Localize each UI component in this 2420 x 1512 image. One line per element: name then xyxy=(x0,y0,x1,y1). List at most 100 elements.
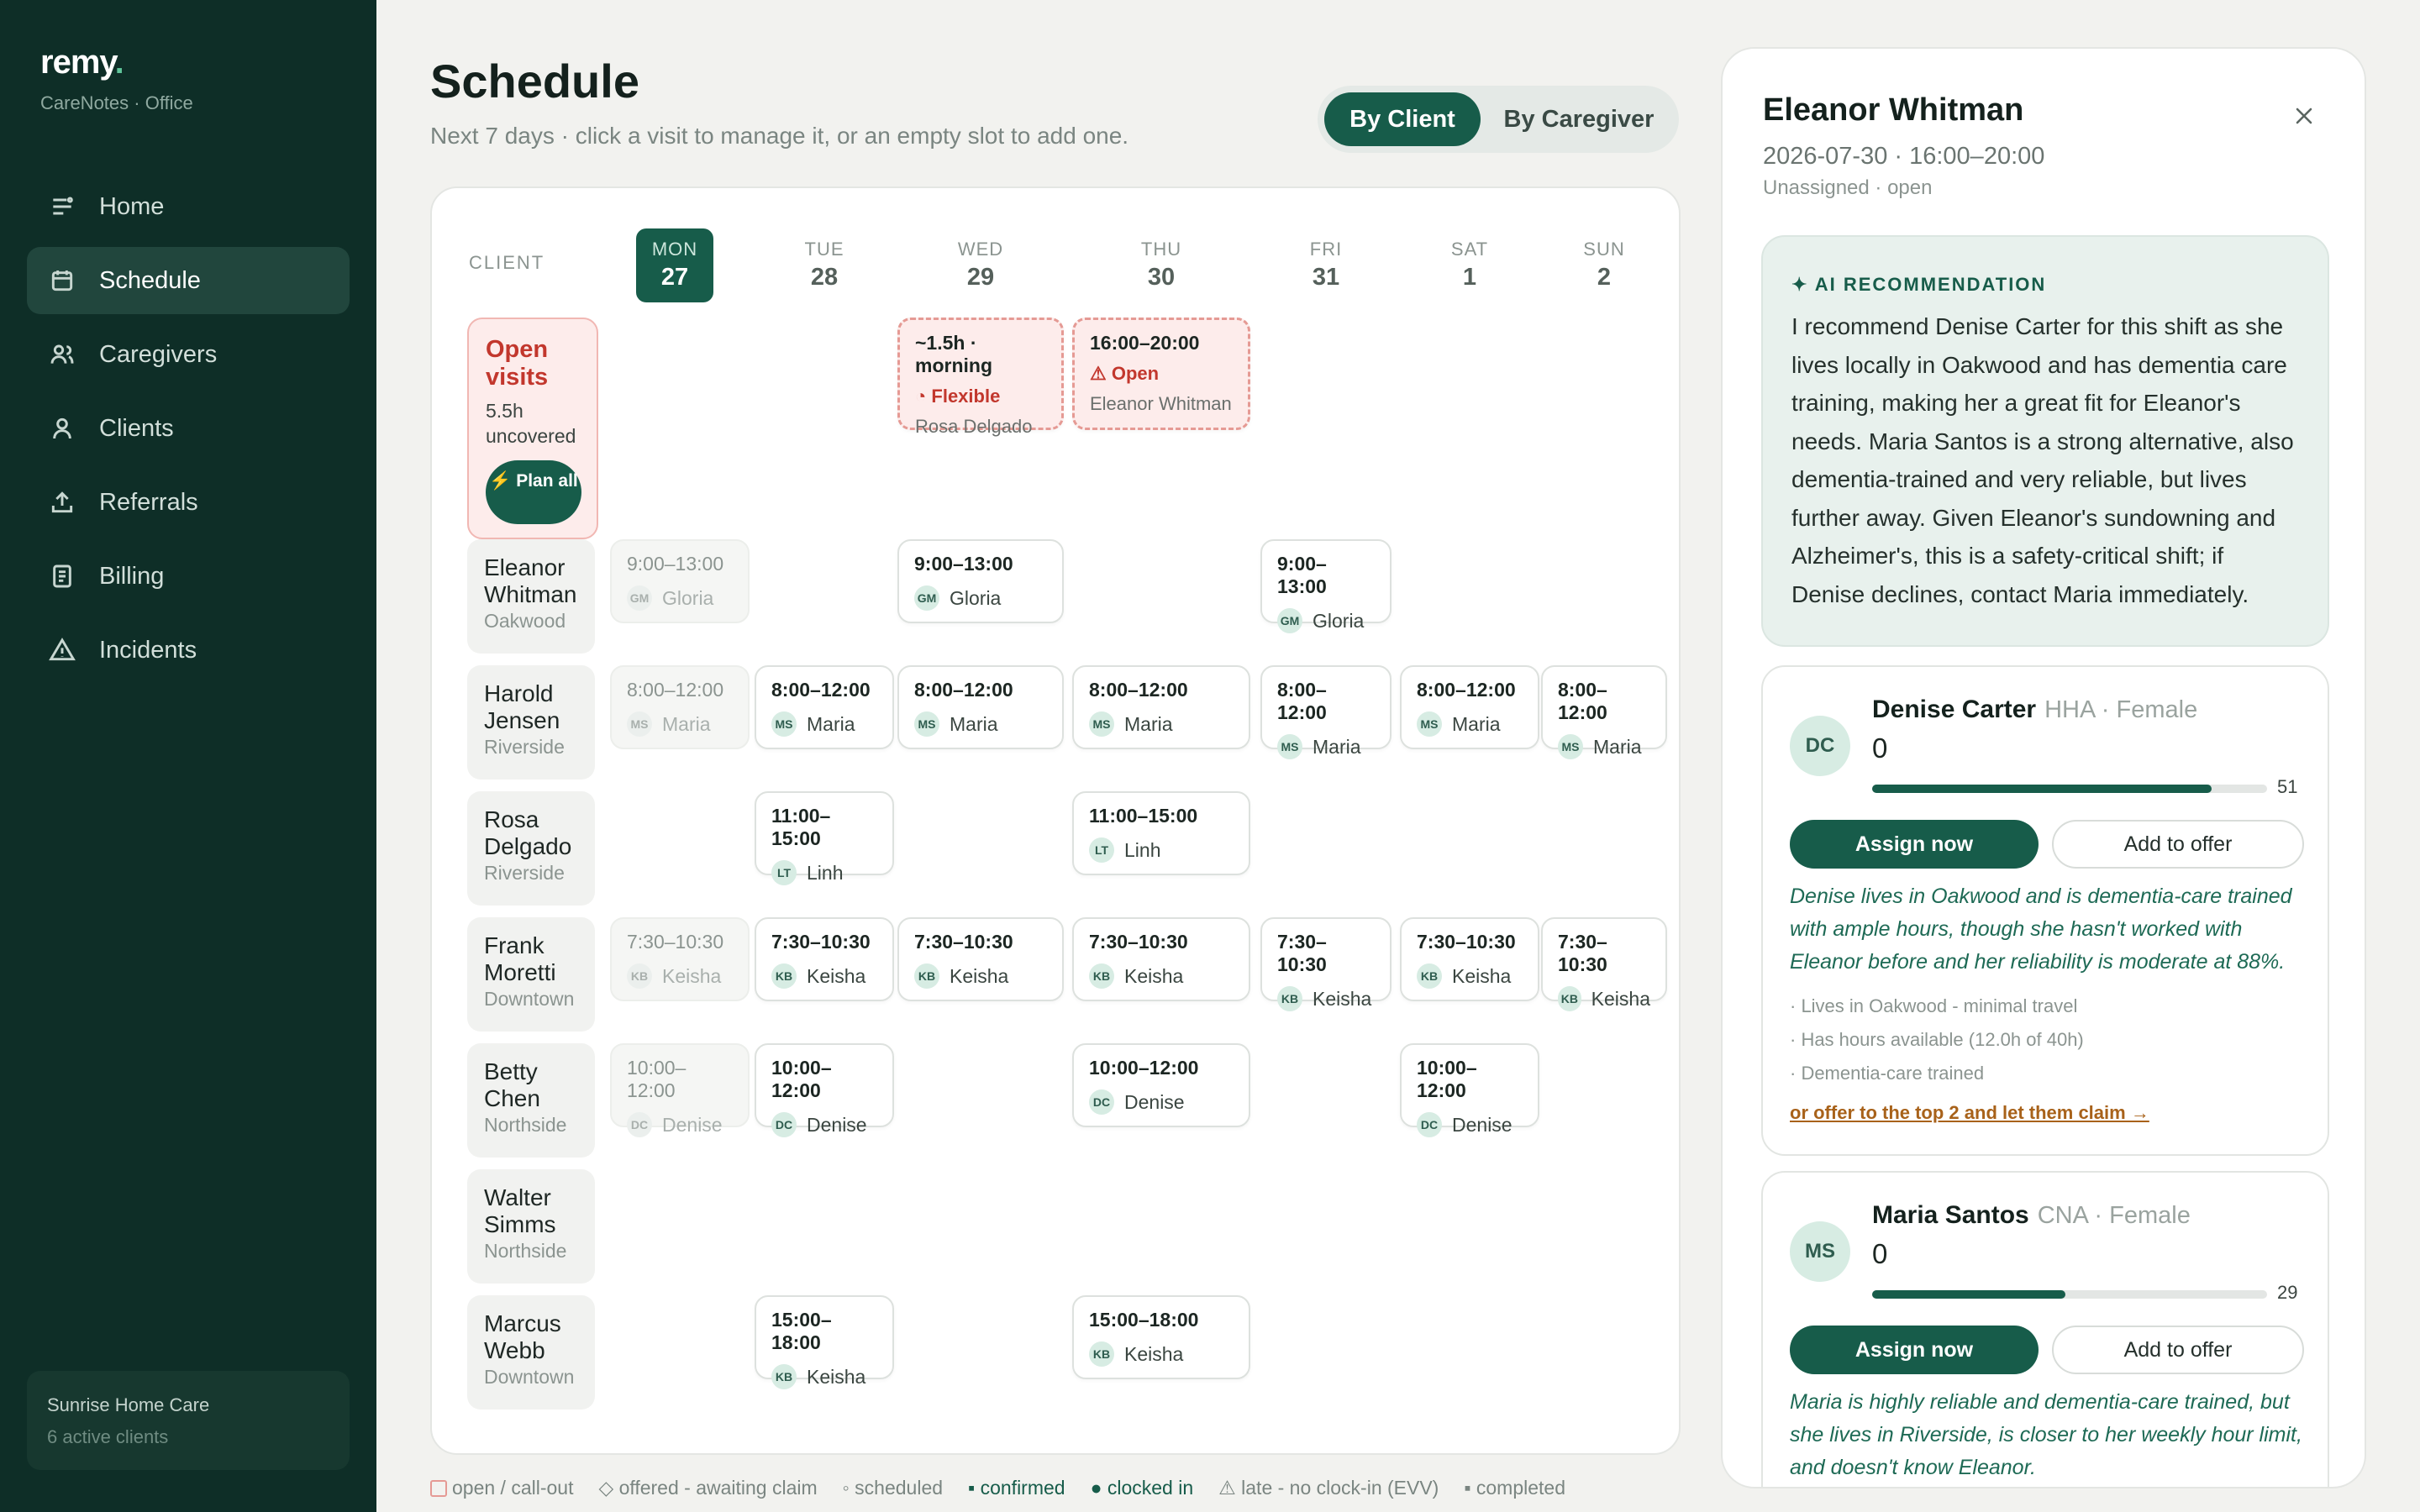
visit-card[interactable]: 7:30–10:30 KB Keisha xyxy=(1072,917,1250,1001)
open-visits-label: uncovered xyxy=(486,425,576,447)
visit-card[interactable]: 8:00–12:00 MS Maria xyxy=(1072,665,1250,749)
close-icon[interactable] xyxy=(2287,99,2321,133)
visit-card[interactable]: 15:00–18:00 KB Keisha xyxy=(1072,1295,1250,1379)
app-logo[interactable]: remy. xyxy=(40,44,124,81)
sidebar: remy. CareNotes · Office Home Schedule C… xyxy=(0,0,376,1512)
sidebar-item-label: Billing xyxy=(99,562,165,590)
sidebar-nav: Home Schedule Caregivers Clients Referra… xyxy=(27,173,350,690)
match-bar-fill xyxy=(1872,785,2212,793)
sidebar-item-clients[interactable]: Clients xyxy=(27,395,350,462)
caregiver-name: Maria xyxy=(950,712,998,735)
avatar: KB xyxy=(771,963,797,989)
client-row-label[interactable]: Rosa Delgado Riverside xyxy=(467,791,595,906)
assign-now-button[interactable]: Assign now xyxy=(1790,1326,2039,1374)
client-row-label[interactable]: Walter Simms Northside xyxy=(467,1169,595,1284)
visit-caregiver: DC Denise xyxy=(771,1112,877,1137)
sidebar-item-schedule[interactable]: Schedule xyxy=(27,247,350,314)
candidate-fact: · Lives in Oakwood - minimal travel xyxy=(1790,995,2078,1016)
ai-recommendation-text: I recommend Denise Carter for this shift… xyxy=(1791,313,2294,607)
client-name: Walter Simms xyxy=(484,1184,556,1237)
visit-time: 9:00–13:00 xyxy=(1277,553,1327,597)
by-caregiver-button[interactable]: By Caregiver xyxy=(1486,92,1672,146)
open-visit-status: ⚠ Open xyxy=(1090,363,1160,384)
candidate-role: CNA · Female xyxy=(2037,1202,2191,1229)
visit-card[interactable]: 7:30–10:30 KB Keisha xyxy=(755,917,894,1001)
client-location: Riverside xyxy=(484,862,565,884)
visit-card[interactable]: 9:00–13:00 GM Gloria xyxy=(1260,539,1392,633)
users-icon xyxy=(50,344,74,364)
visit-card[interactable]: 7:30–10:30 KB Keisha xyxy=(1541,917,1667,1011)
avatar: MS xyxy=(914,711,939,737)
client-row-label[interactable]: Betty Chen Northside xyxy=(467,1043,595,1158)
day-name: SAT xyxy=(1450,239,1489,260)
candidate-fact: · Has hours available (12.0h of 40h) xyxy=(1790,1029,2084,1050)
visit-card[interactable]: 8:00–12:00 MS Maria xyxy=(610,665,750,749)
sidebar-item-billing[interactable]: Billing xyxy=(27,543,350,610)
caregiver-name: Keisha xyxy=(1313,987,1372,1010)
visit-caregiver: KB Keisha xyxy=(1089,1341,1234,1367)
visit-card[interactable]: 7:30–10:30 KB Keisha xyxy=(610,917,750,1001)
visit-card[interactable]: 11:00–15:00 LT Linh xyxy=(755,791,894,885)
assign-now-button[interactable]: Assign now xyxy=(1790,820,2039,869)
client-row-label[interactable]: Eleanor Whitman Oakwood xyxy=(467,539,595,654)
visit-card[interactable]: 7:30–10:30 KB Keisha xyxy=(1400,917,1539,1001)
day-header-tue: TUE 28 xyxy=(755,239,894,291)
visit-time: 7:30–10:30 xyxy=(914,931,1013,953)
visit-card[interactable]: 10:00–12:00 DC Denise xyxy=(1072,1043,1250,1127)
visit-caregiver: LT Linh xyxy=(1089,837,1234,863)
visit-card[interactable]: 8:00–12:00 MS Maria xyxy=(897,665,1064,749)
day-name: SUN xyxy=(1583,239,1625,260)
visit-card[interactable]: 8:00–12:00 MS Maria xyxy=(1400,665,1539,749)
caregiver-name: Maria xyxy=(1124,712,1173,735)
match-bar-value: 51 xyxy=(2277,776,2298,797)
sidebar-item-caregivers[interactable]: Caregivers xyxy=(27,321,350,388)
visit-card[interactable]: 7:30–10:30 KB Keisha xyxy=(897,917,1064,1001)
visit-card[interactable]: 10:00–12:00 DC Denise xyxy=(610,1043,750,1137)
offer-top-two-link[interactable]: or offer to the top 2 and let them claim… xyxy=(1790,1102,2149,1124)
visit-caregiver: KB Keisha xyxy=(1089,963,1234,989)
avatar: MS xyxy=(1790,1221,1850,1282)
visit-card[interactable]: 8:00–12:00 MS Maria xyxy=(755,665,894,749)
visit-time: 7:30–10:30 xyxy=(1417,931,1516,953)
day-number: 30 xyxy=(1147,264,1176,291)
avatar: LT xyxy=(1089,837,1114,863)
visit-caregiver: MS Maria xyxy=(627,711,733,737)
add-to-offer-button[interactable]: Add to offer xyxy=(2052,1326,2304,1374)
org-switcher[interactable]: Sunrise Home Care 6 active clients xyxy=(27,1371,350,1470)
visit-card[interactable]: 9:00–13:00 GM Gloria xyxy=(610,539,750,623)
visit-caregiver: LT Linh xyxy=(771,860,877,885)
visit-card[interactable]: 8:00–12:00 MS Maria xyxy=(1541,665,1667,759)
caregiver-name: Denise xyxy=(1124,1090,1185,1113)
visit-card[interactable]: 7:30–10:30 KB Keisha xyxy=(1260,917,1392,1011)
sidebar-item-incidents[interactable]: Incidents xyxy=(27,617,350,684)
client-row-label[interactable]: Harold Jensen Riverside xyxy=(467,665,595,780)
open-status-swatch xyxy=(430,1480,447,1497)
sidebar-item-referrals[interactable]: Referrals xyxy=(27,469,350,536)
client-row-label[interactable]: Frank Moretti Downtown xyxy=(467,917,595,1032)
visit-time: 7:30–10:30 xyxy=(627,931,724,953)
visit-time: 11:00–15:00 xyxy=(1089,805,1198,827)
open-visit-card[interactable]: 16:00–20:00 ⚠ Open Eleanor Whitman xyxy=(1072,318,1250,430)
match-bar-value: 29 xyxy=(2277,1282,2298,1303)
avatar: KB xyxy=(914,963,939,989)
visit-time: 10:00–12:00 xyxy=(627,1057,687,1101)
add-to-offer-button[interactable]: Add to offer xyxy=(2052,820,2304,869)
visit-card[interactable]: 10:00–12:00 DC Denise xyxy=(1400,1043,1539,1137)
visit-caregiver: MS Maria xyxy=(1417,711,1523,737)
visit-card[interactable]: 15:00–18:00 KB Keisha xyxy=(755,1295,894,1389)
visit-card[interactable]: 9:00–13:00 GM Gloria xyxy=(897,539,1064,623)
by-client-button[interactable]: By Client xyxy=(1324,92,1481,146)
visit-card[interactable]: 11:00–15:00 LT Linh xyxy=(1072,791,1250,875)
view-toggle: By Client By Caregiver xyxy=(1318,86,1679,153)
visit-card[interactable]: 10:00–12:00 DC Denise xyxy=(755,1043,894,1137)
open-visit-card[interactable]: ~1.5h · morning ◔ Flexible Rosa Delgado xyxy=(897,318,1064,437)
day-number: 29 xyxy=(966,264,995,291)
visit-time: 9:00–13:00 xyxy=(914,553,1013,575)
client-row-label[interactable]: Marcus Webb Downtown xyxy=(467,1295,595,1410)
open-visits-hours: 5.5h xyxy=(486,400,523,422)
sidebar-item-home[interactable]: Home xyxy=(27,173,350,240)
open-visit-time: 16:00–20:00 xyxy=(1090,332,1200,354)
visit-card[interactable]: 8:00–12:00 MS Maria xyxy=(1260,665,1392,759)
open-visit-client: Rosa Delgado xyxy=(915,416,1033,437)
plan-all-button[interactable]: ⚡ Plan all xyxy=(486,460,581,524)
